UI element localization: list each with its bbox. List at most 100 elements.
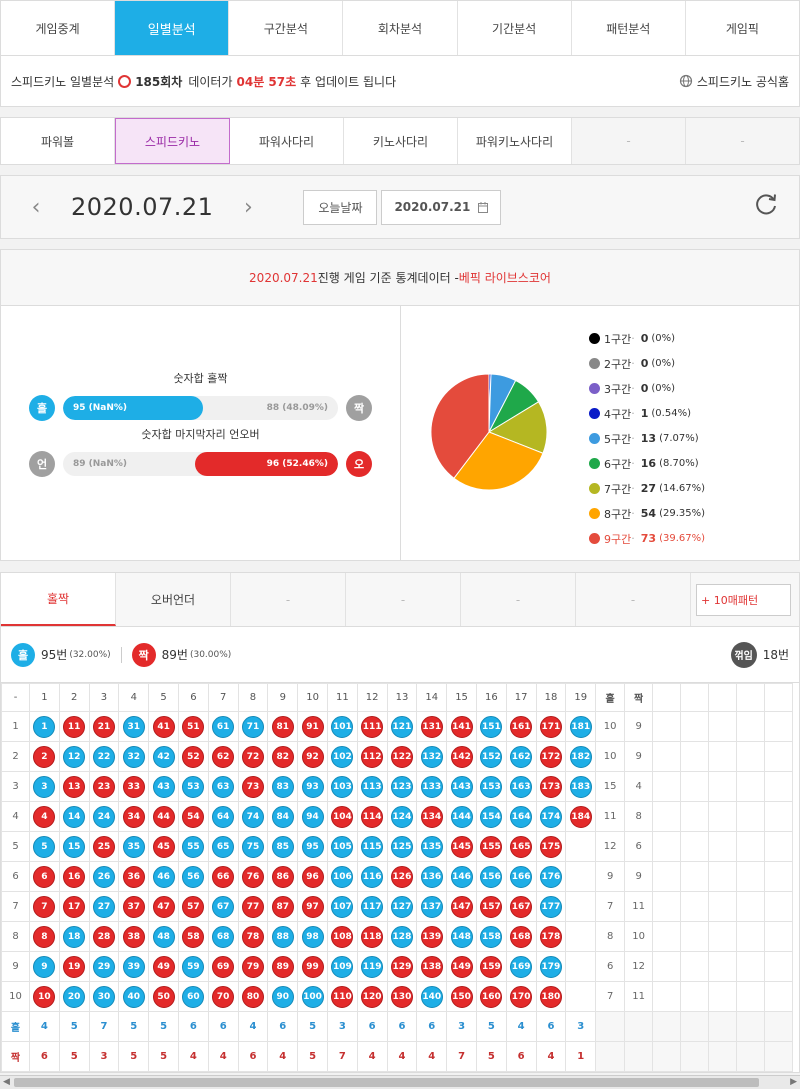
pattern-tab-overunder[interactable]: 오버언더 — [116, 573, 231, 626]
result-ball: 159 — [480, 955, 503, 978]
legend-percent: (39.67%) — [659, 533, 705, 544]
game-tab-powerball[interactable]: 파워볼 — [1, 118, 115, 164]
game-tab-power-ladder[interactable]: 파워사다리 — [230, 118, 344, 164]
result-ball: 44 — [152, 805, 175, 828]
result-ball: 20 — [63, 985, 86, 1008]
result-ball: 99 — [301, 955, 324, 978]
result-ball: 32 — [122, 745, 145, 768]
pattern-grid: -1 2 3 4 5 6 7 8 9 10 11 12 13 14 15 16 17 18 19 홀 짝 1 1 11 21 31… — [1, 683, 794, 1072]
refresh-icon[interactable] — [753, 191, 779, 223]
result-ball: 101 — [331, 715, 354, 738]
result-ball: 158 — [480, 925, 503, 948]
result-ball: 181 — [569, 715, 592, 738]
date-input[interactable]: 2020.07.21 — [381, 189, 502, 225]
result-ball: 116 — [361, 865, 384, 888]
result-ball: 87 — [271, 895, 294, 918]
col-odd-count: 6 — [416, 1011, 448, 1042]
official-home-link[interactable]: 스피드키노 공식홈 — [679, 73, 789, 90]
col-even-count: 1 — [565, 1041, 597, 1072]
today-button[interactable]: 오늘날짜 — [303, 189, 378, 225]
result-ball: 79 — [241, 955, 264, 978]
grid-col-header: 18 — [535, 683, 567, 712]
pattern-panel: 홀짝 오버언더 - - - - + 10매패턴 홀 95번 (32.00%) 짝… — [0, 572, 800, 1073]
result-ball: 66 — [212, 865, 235, 888]
result-ball: 171 — [539, 715, 562, 738]
result-ball: 130 — [390, 985, 413, 1008]
nav-tab-pick[interactable]: 게임픽 — [686, 1, 799, 55]
result-ball: 2 — [33, 745, 56, 768]
horizontal-scrollbar[interactable]: ◀ ▶ — [0, 1075, 800, 1089]
result-ball: 19 — [63, 955, 86, 978]
row-even-count: 4 — [624, 771, 654, 802]
legend-name: 2구간 — [604, 357, 632, 371]
result-ball: 22 — [92, 745, 115, 768]
result-ball: 11 — [63, 715, 86, 738]
ten-pattern-button[interactable]: + 10매패턴 — [696, 583, 791, 616]
result-ball: 123 — [390, 775, 413, 798]
prev-date-icon[interactable]: ‹ — [21, 195, 51, 220]
result-ball: 7 — [33, 895, 56, 918]
pattern-tab-empty: - — [346, 573, 461, 626]
result-ball: 38 — [122, 925, 145, 948]
legend-dot-icon — [589, 508, 600, 519]
col-odd-count: 4 — [29, 1011, 60, 1042]
result-ball: 160 — [480, 985, 503, 1008]
scroll-left-icon[interactable]: ◀ — [3, 1077, 10, 1087]
result-ball: 92 — [301, 745, 324, 768]
col-even-count: 4 — [416, 1041, 448, 1072]
result-ball: 143 — [450, 775, 473, 798]
scroll-right-icon[interactable]: ▶ — [790, 1077, 797, 1087]
pattern-tab-oddeven[interactable]: 홀짝 — [1, 573, 116, 626]
nav-tab-section[interactable]: 구간분석 — [229, 1, 344, 55]
legend-item: 4구간 · 1 (0.54%) — [589, 401, 705, 426]
result-ball: 105 — [331, 835, 354, 858]
nav-tab-pattern[interactable]: 패턴분석 — [572, 1, 686, 55]
result-ball: 145 — [450, 835, 473, 858]
grid-col-header: 12 — [356, 683, 388, 712]
grid-col-header: 9 — [267, 683, 299, 712]
result-ball: 59 — [182, 955, 205, 978]
row-odd-count: 12 — [595, 831, 626, 862]
col-even-count: 5 — [118, 1041, 150, 1072]
round-number: 185회차 — [135, 74, 183, 89]
result-ball: 113 — [361, 775, 384, 798]
result-ball: 40 — [122, 985, 145, 1008]
result-ball: 137 — [420, 895, 443, 918]
result-ball: 12 — [63, 745, 86, 768]
grid-col-header: 19 — [565, 683, 597, 712]
pattern-tabs: 홀짝 오버언더 - - - - + 10매패턴 — [1, 573, 799, 627]
pie-legend: 1구간 · 0 (0%) 2구간 · 0 (0%) 3구간 · 0 (0%) 4구간 · 1… — [589, 326, 705, 551]
oddeven-bar: 95 (NaN%) 88 (48.09%) — [63, 396, 338, 420]
result-ball: 148 — [450, 925, 473, 948]
result-ball: 166 — [510, 865, 533, 888]
result-ball: 21 — [92, 715, 115, 738]
legend-item: 7구간 · 27 (14.67%) — [589, 476, 705, 501]
result-ball: 35 — [122, 835, 145, 858]
nav-tab-live[interactable]: 게임중계 — [1, 1, 116, 55]
odd-value: 95 (NaN%) — [73, 403, 128, 413]
result-ball: 43 — [152, 775, 175, 798]
stats-panel: 2020.07.21 진행 게임 기준 통계데이터 - 베픽 라이브스코어 숫자… — [0, 249, 800, 561]
result-ball: 102 — [331, 745, 354, 768]
row-odd-count: 15 — [595, 771, 626, 802]
nav-tab-round[interactable]: 회차분석 — [343, 1, 458, 55]
game-tab-speedkeno[interactable]: 스피드키노 — [115, 118, 230, 164]
grid-col-header: 13 — [386, 683, 418, 712]
nav-tab-period[interactable]: 기간분석 — [458, 1, 572, 55]
game-tab-powerkeno-ladder[interactable]: 파워키노사다리 — [458, 118, 572, 164]
grid-row-label: 5 — [1, 831, 30, 862]
scrollbar-thumb[interactable] — [14, 1078, 759, 1087]
result-ball: 16 — [63, 865, 86, 888]
next-date-icon[interactable]: › — [233, 195, 263, 220]
result-ball: 157 — [480, 895, 503, 918]
col-odd-count: 4 — [505, 1011, 537, 1042]
col-even-count: 6 — [237, 1041, 269, 1072]
game-tab-keno-ladder[interactable]: 키노사다리 — [344, 118, 458, 164]
even-summary-badge: 짝 — [131, 642, 156, 667]
col-odd-count: 5 — [58, 1011, 90, 1042]
result-ball: 24 — [92, 805, 115, 828]
legend-percent: (0%) — [651, 358, 676, 369]
col-odd-count: 6 — [356, 1011, 388, 1042]
nav-tab-daily[interactable]: 일별분석 — [115, 1, 230, 55]
result-ball: 112 — [361, 745, 384, 768]
